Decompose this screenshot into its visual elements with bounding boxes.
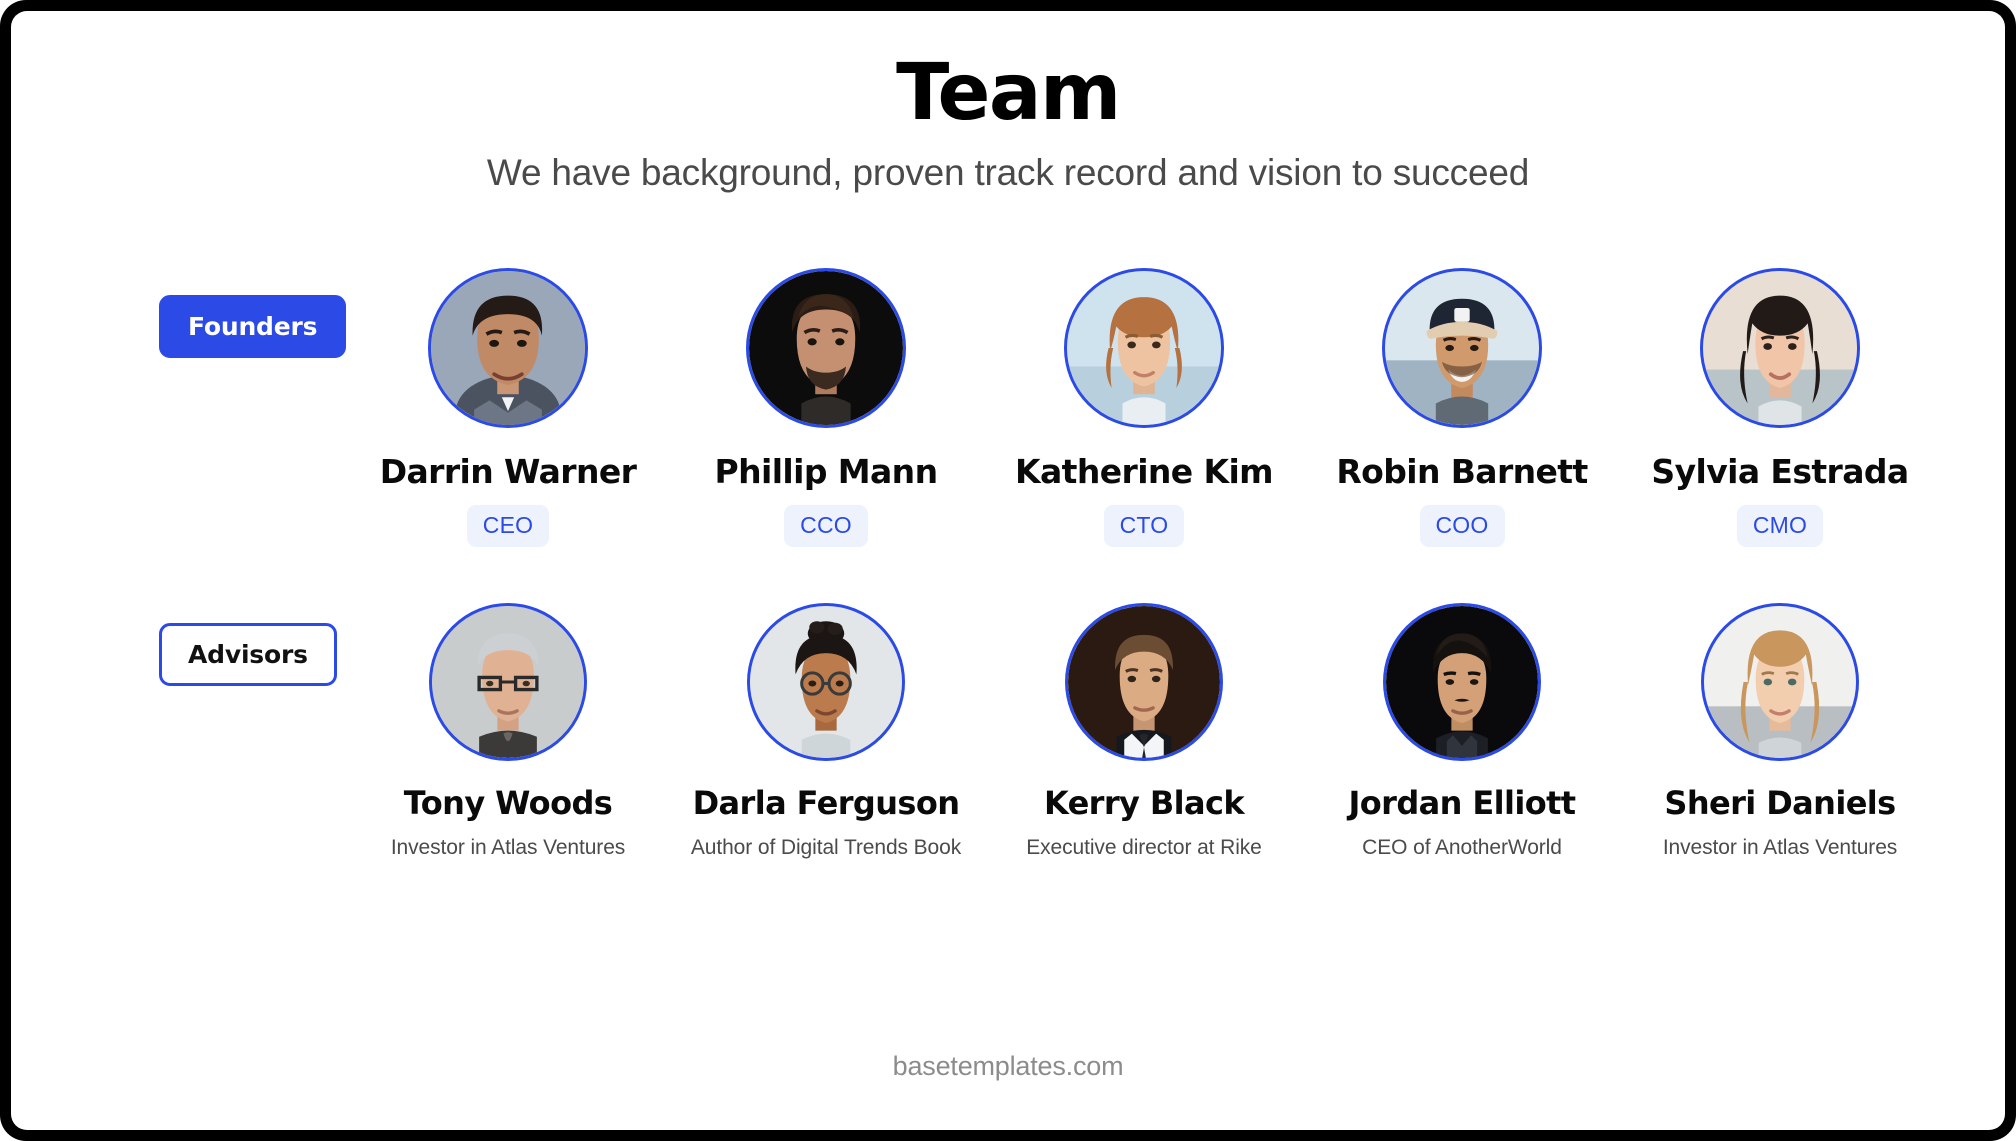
- member-name: Robin Barnett: [1336, 452, 1588, 492]
- member-name: Darrin Warner: [379, 452, 637, 492]
- group-badge-advisors[interactable]: Advisors: [159, 623, 337, 687]
- team-member-card[interactable]: Katherine Kim CTO: [985, 268, 1303, 548]
- page-subtitle: We have background, proven track record …: [486, 152, 1530, 194]
- team-member-card[interactable]: Sheri Daniels Investor in Atlas Ventures: [1621, 603, 1939, 860]
- avatar-photo: [432, 606, 584, 759]
- team-member-card[interactable]: Kerry Black Executive director at Rike: [985, 603, 1303, 860]
- avatar-katherine-kim: [1064, 268, 1224, 429]
- team-member-card[interactable]: Tony Woods Investor in Atlas Ventures: [349, 603, 667, 860]
- member-role-badge: CMO: [1736, 505, 1824, 548]
- member-name: Darla Ferguson: [692, 784, 960, 823]
- avatar-photo: [431, 271, 585, 426]
- team-member-card[interactable]: Robin Barnett COO: [1303, 268, 1621, 548]
- avatar-jordan-elliott: [1383, 603, 1541, 762]
- avatar-sheri-daniels: [1701, 603, 1859, 762]
- avatar-photo: [749, 271, 903, 426]
- avatar-phillip-mann: [746, 268, 906, 429]
- member-role-badge: CEO: [466, 505, 550, 548]
- avatar-photo: [1703, 271, 1857, 426]
- member-role-badge: COO: [1419, 505, 1505, 548]
- avatar-photo: [1067, 271, 1221, 426]
- slide-frame: Team We have background, proven track re…: [0, 0, 2016, 1141]
- team-section: Founders Darrin Warner CEO Phillip Mann …: [11, 268, 2005, 860]
- page-title: Team: [896, 48, 1121, 138]
- slide-header: Team We have background, proven track re…: [11, 11, 2005, 194]
- founders-row: Founders Darrin Warner CEO Phillip Mann …: [11, 268, 2005, 548]
- member-subtitle: Executive director at Rike: [1026, 836, 1262, 860]
- team-member-card[interactable]: Phillip Mann CCO: [667, 268, 985, 548]
- member-name: Kerry Black: [1043, 784, 1245, 823]
- avatar-photo: [750, 606, 902, 759]
- member-name: Katherine Kim: [1015, 452, 1274, 492]
- founders-member-list: Darrin Warner CEO Phillip Mann CCO Kathe…: [349, 268, 2005, 548]
- advisors-row: Advisors Tony Woods Investor in Atlas Ve…: [11, 603, 2005, 860]
- avatar-photo: [1068, 606, 1220, 759]
- member-name: Tony Woods: [403, 784, 613, 823]
- member-subtitle: Investor in Atlas Ventures: [1662, 836, 1898, 860]
- team-member-card[interactable]: Darrin Warner CEO: [349, 268, 667, 548]
- avatar-darrin-warner: [428, 268, 588, 429]
- advisors-member-list: Tony Woods Investor in Atlas Ventures Da…: [349, 603, 2005, 860]
- member-name: Phillip Mann: [714, 452, 939, 492]
- member-subtitle: CEO of AnotherWorld: [1362, 836, 1562, 860]
- member-subtitle: Author of Digital Trends Book: [690, 836, 962, 860]
- slide-canvas: Team We have background, proven track re…: [11, 11, 2005, 1130]
- avatar-kerry-black: [1065, 603, 1223, 762]
- avatar-darla-ferguson: [747, 603, 905, 762]
- avatar-robin-barnett: [1382, 268, 1542, 429]
- group-badge-founders[interactable]: Founders: [159, 295, 347, 359]
- avatar-photo: [1386, 606, 1538, 759]
- team-member-card[interactable]: Jordan Elliott CEO of AnotherWorld: [1303, 603, 1621, 860]
- member-subtitle: Investor in Atlas Ventures: [390, 836, 626, 860]
- avatar-tony-woods: [429, 603, 587, 762]
- member-name: Sheri Daniels: [1664, 784, 1896, 823]
- member-role-badge: CTO: [1103, 505, 1185, 548]
- avatar-photo: [1385, 271, 1539, 426]
- footer-watermark: basetemplates.com: [892, 1051, 1124, 1081]
- member-name: Jordan Elliott: [1348, 784, 1576, 823]
- avatar-sylvia-estrada: [1700, 268, 1860, 429]
- member-role-badge: CCO: [784, 505, 868, 548]
- avatar-photo: [1704, 606, 1856, 759]
- member-name: Sylvia Estrada: [1651, 452, 1909, 492]
- team-member-card[interactable]: Darla Ferguson Author of Digital Trends …: [667, 603, 985, 860]
- team-member-card[interactable]: Sylvia Estrada CMO: [1621, 268, 1939, 548]
